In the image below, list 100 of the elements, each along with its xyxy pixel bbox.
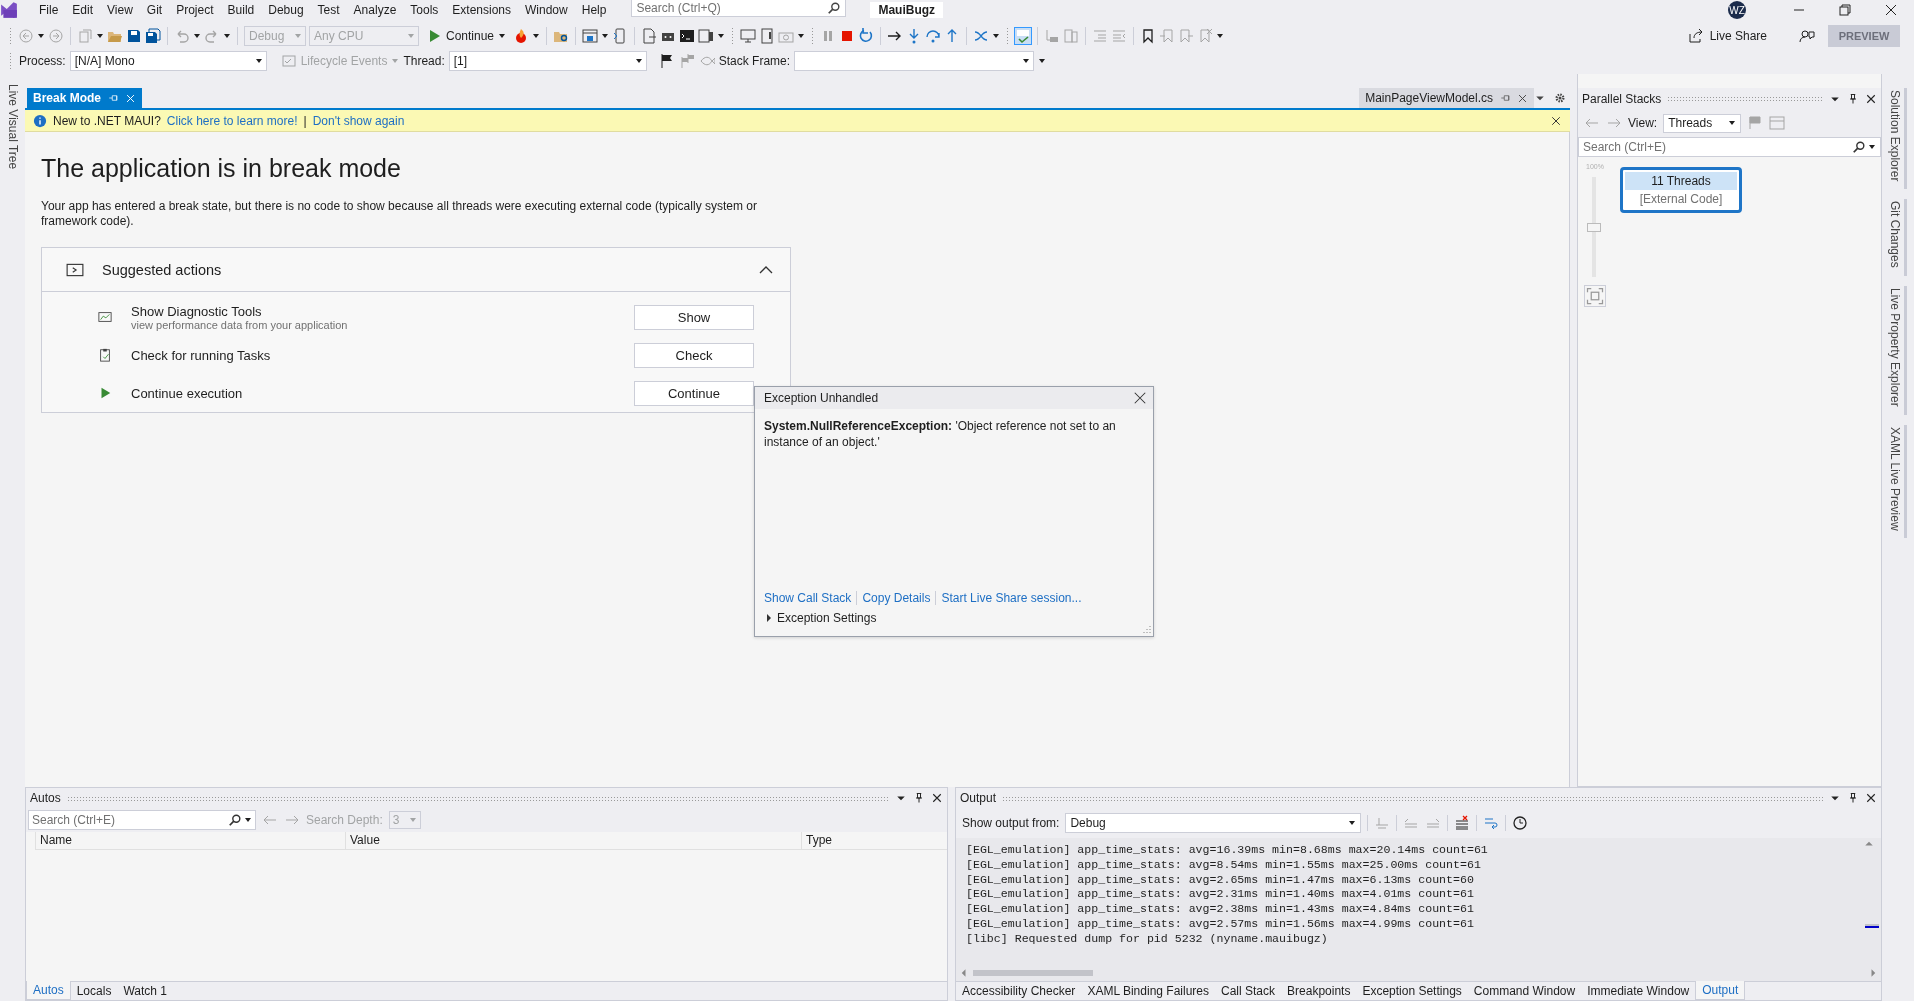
search-field[interactable]: Search (Ctrl+E)	[28, 810, 256, 830]
column-header[interactable]: Type	[801, 832, 951, 849]
stack-node[interactable]: 11 Threads [External Code]	[1620, 167, 1742, 213]
caret-icon[interactable]	[498, 32, 507, 40]
close-icon[interactable]	[1865, 792, 1877, 804]
search-input[interactable]: Search (Ctrl+Q)	[636, 1, 828, 15]
menu-item[interactable]: Build	[220, 3, 262, 17]
panel-tab[interactable]: Output	[1695, 981, 1746, 1000]
window-icon[interactable]	[582, 28, 599, 44]
flag-icon[interactable]	[658, 53, 675, 69]
caret-icon[interactable]	[244, 816, 252, 824]
menu-item[interactable]: Debug	[261, 3, 311, 17]
caret-icon[interactable]	[96, 32, 104, 40]
pin-icon[interactable]	[913, 792, 925, 804]
search-input[interactable]: Search (Ctrl+E)	[32, 813, 226, 827]
menu-item[interactable]: Test	[310, 3, 347, 17]
continue-button[interactable]: Continue	[422, 25, 511, 47]
search-field[interactable]: Search (Ctrl+E)	[1578, 137, 1881, 157]
menu-item[interactable]: Git	[139, 3, 170, 17]
spell-check-icon[interactable]	[1015, 28, 1032, 44]
caret-icon[interactable]	[532, 32, 541, 40]
clock-icon[interactable]	[1512, 815, 1529, 831]
close-icon[interactable]	[1133, 391, 1147, 405]
process-dropdown[interactable]: [N/A] Mono	[69, 51, 267, 71]
panel-tab[interactable]: Command Window	[1467, 982, 1582, 1000]
exception-settings-toggle[interactable]: Exception Settings	[755, 605, 1153, 629]
word-wrap-icon[interactable]	[1483, 815, 1500, 831]
output-source-dropdown[interactable]: Debug	[1065, 813, 1362, 833]
document-arrow-icon[interactable]	[641, 28, 658, 44]
caret-icon[interactable]	[1728, 119, 1737, 127]
column-header[interactable]: Value	[345, 832, 801, 849]
menu-item[interactable]: Extensions	[445, 3, 519, 17]
view-dropdown[interactable]: Threads	[1663, 113, 1742, 133]
dialog-link[interactable]: Start Live Share session...	[941, 591, 1082, 605]
panel-tab[interactable]: Exception Settings	[1356, 982, 1468, 1000]
search-icon[interactable]	[827, 1, 842, 15]
document-tab[interactable]: MainPageViewModel.cs	[1359, 88, 1534, 108]
side-tab[interactable]: Live Visual Tree	[0, 82, 25, 172]
menu-item[interactable]: Window	[518, 3, 575, 17]
panel-tab[interactable]: Locals	[70, 982, 118, 1000]
panel-tab[interactable]: Accessibility Checker	[956, 982, 1082, 1000]
menu-item[interactable]: File	[32, 3, 66, 17]
close-icon[interactable]	[931, 792, 943, 804]
menu-item[interactable]: Tools	[403, 3, 446, 17]
caret-icon[interactable]	[797, 32, 806, 40]
caret-icon[interactable]	[37, 32, 45, 40]
action-button[interactable]: Show	[634, 304, 754, 330]
close-icon[interactable]	[1550, 114, 1562, 127]
restore-icon[interactable]	[1837, 2, 1853, 18]
split-window-icon[interactable]	[698, 28, 715, 44]
caret-icon[interactable]	[1348, 819, 1357, 827]
search-icon[interactable]	[228, 813, 242, 827]
suggested-actions-header[interactable]: Suggested actions	[42, 248, 790, 292]
side-tab[interactable]: XAML Live Preview	[1885, 424, 1907, 539]
action-button[interactable]: Continue	[634, 380, 754, 406]
scrollbar-thumb[interactable]	[1865, 924, 1879, 928]
resize-grip-icon[interactable]	[1141, 625, 1151, 634]
tablet-icon[interactable]	[759, 28, 776, 44]
caret-icon[interactable]	[992, 32, 1001, 40]
side-tab[interactable]: Git Changes	[1885, 199, 1907, 277]
side-tab[interactable]: Live Property Explorer	[1885, 286, 1907, 415]
close-icon[interactable]	[1865, 92, 1877, 105]
panel-tab[interactable]: Immediate Window	[1581, 982, 1696, 1000]
user-avatar[interactable]: WZ	[1728, 1, 1746, 19]
close-icon[interactable]	[1883, 2, 1899, 18]
caret-icon[interactable]	[1868, 143, 1876, 151]
menu-item[interactable]: Help	[574, 3, 614, 17]
panel-tab[interactable]: Breakpoints	[1281, 982, 1357, 1000]
save-all-icon[interactable]	[145, 28, 161, 44]
close-icon[interactable]	[1517, 92, 1528, 104]
caret-icon[interactable]	[717, 32, 726, 40]
caret-icon[interactable]	[634, 57, 643, 65]
caret-icon[interactable]	[601, 32, 610, 40]
pin-icon[interactable]	[1847, 92, 1859, 105]
pin-icon[interactable]	[1847, 792, 1859, 804]
caret-icon[interactable]	[254, 57, 263, 65]
feedback-icon[interactable]	[1799, 28, 1815, 44]
panel-tab[interactable]: Call Stack	[1215, 982, 1282, 1000]
column-header[interactable]: Name	[35, 832, 345, 849]
thread-dropdown[interactable]: [1]	[448, 51, 647, 71]
menu-item[interactable]: Edit	[65, 3, 101, 17]
panel-tab[interactable]: XAML Binding Failures	[1081, 982, 1215, 1000]
action-button[interactable]: Check	[634, 342, 754, 368]
caret-icon[interactable]	[193, 32, 201, 40]
clear-all-icon[interactable]	[1454, 815, 1471, 831]
menu-item[interactable]: Analyze	[346, 3, 404, 17]
dialog-link[interactable]: Show Call Stack	[764, 591, 852, 605]
panel-tab[interactable]: Watch 1	[117, 982, 173, 1000]
slider-thumb[interactable]	[1587, 222, 1601, 232]
settings-icon[interactable]	[1554, 92, 1566, 104]
monitor-icon[interactable]	[740, 28, 757, 44]
scrollbar-thumb[interactable]	[973, 970, 1093, 976]
caret-icon[interactable]	[1216, 32, 1225, 40]
save-icon[interactable]	[126, 28, 142, 44]
menu-item[interactable]: View	[100, 3, 140, 17]
search-input[interactable]: Search (Ctrl+E)	[1583, 140, 1850, 154]
search-icon[interactable]	[1852, 140, 1866, 154]
step-over-icon[interactable]	[925, 28, 942, 44]
panel-tab[interactable]: Autos	[26, 981, 71, 1000]
menu-item[interactable]: Project	[169, 3, 221, 17]
